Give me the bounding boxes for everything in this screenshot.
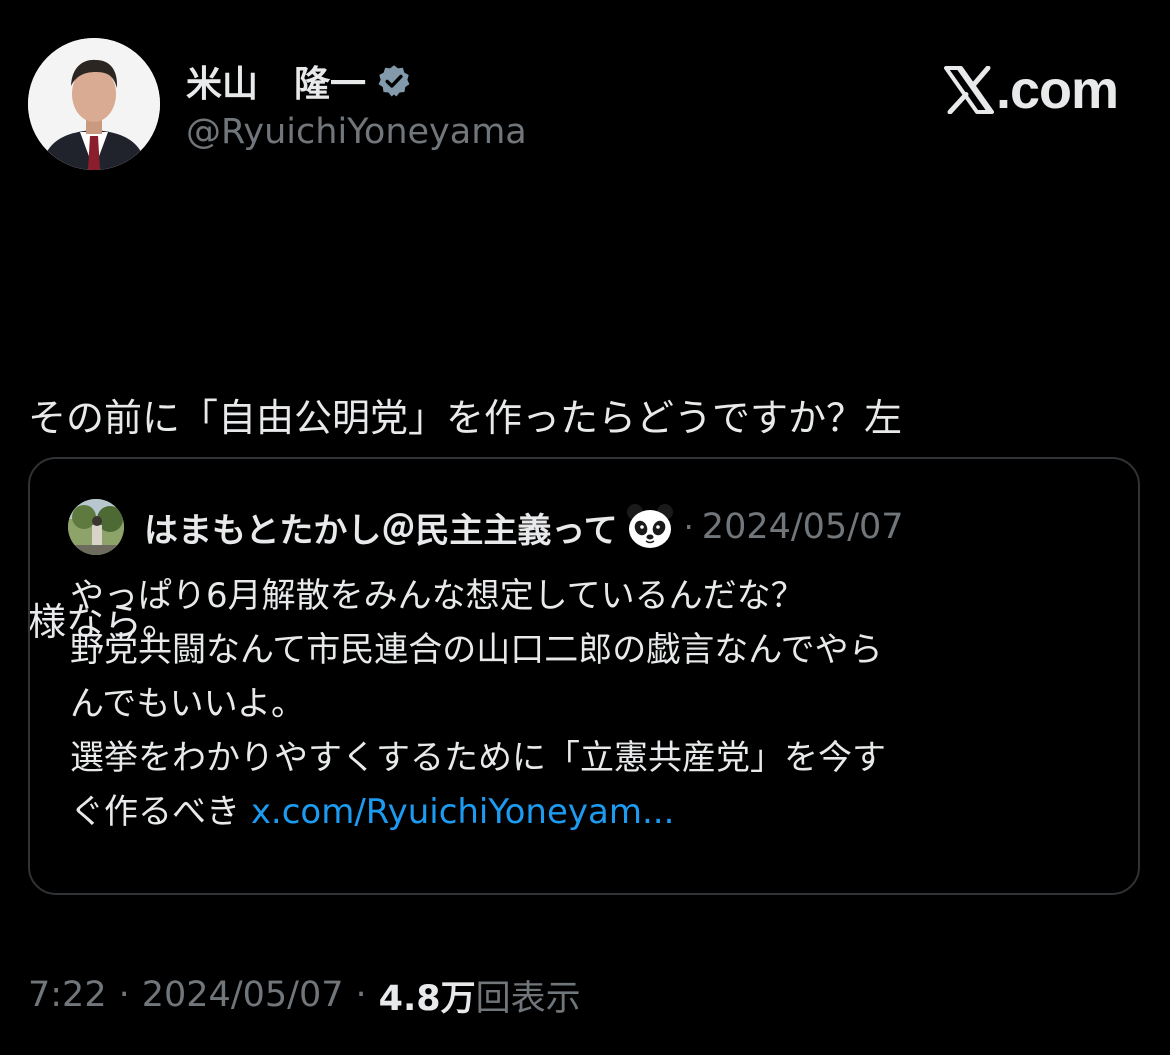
panda-face-icon xyxy=(626,504,673,548)
verified-badge-icon xyxy=(378,65,410,97)
quoted-author-avatar xyxy=(68,499,124,555)
quoted-text-last-line: ぐ作るべき x.com/RyuichiYoneyam... xyxy=(70,785,1110,839)
quoted-text-line: ぐ作るべき xyxy=(70,792,251,832)
quoted-tweet-card[interactable]: はまもとたかし＠民主主義って · 2024/05/07 やっぱり6月解散をみんな… xyxy=(28,457,1140,895)
meta-separator: · xyxy=(355,975,367,1015)
quoted-text-line: やっぱり6月解散をみんな想定しているんだな？ xyxy=(70,576,805,616)
views-label: 回表示 xyxy=(475,978,581,1019)
tweet-date[interactable]: 2024/05/07 xyxy=(142,975,344,1015)
quoted-link[interactable]: x.com/RyuichiYoneyam... xyxy=(251,792,675,832)
quoted-date[interactable]: 2024/05/07 xyxy=(702,507,904,547)
quoted-separator: · xyxy=(683,508,694,546)
tweet-text-line: その前に「自由公明党」を作ったらどうですか？左 xyxy=(28,396,903,440)
author-name-row: 米山 隆一 xyxy=(186,56,412,106)
views-count[interactable]: 4.8万 xyxy=(379,970,476,1021)
author-display-name[interactable]: 米山 隆一 xyxy=(186,55,366,107)
brand-logo: .com xyxy=(943,60,1119,120)
quoted-text-line: んでもいいよ。 xyxy=(70,684,305,724)
quoted-author-name[interactable]: はまもとたかし＠民主主義って xyxy=(144,503,618,552)
quoted-tweet-text: やっぱり6月解散をみんな想定しているんだな？ 野党共闘なんて市民連合の山口二郎の… xyxy=(70,569,1110,839)
author-handle[interactable]: @RyuichiYoneyama xyxy=(186,112,527,152)
author-avatar[interactable] xyxy=(28,38,160,170)
tweet-time[interactable]: 7:22 xyxy=(28,975,107,1015)
quoted-text-line: 野党共闘なんて市民連合の山口二郎の戯言なんでやら xyxy=(70,630,883,670)
tweet-header: 米山 隆一 @RyuichiYoneyama .com xyxy=(28,38,1138,178)
meta-separator: · xyxy=(118,975,130,1015)
x-logo-icon xyxy=(943,66,994,114)
quoted-text-line: 選挙をわかりやすくするために「立憲共産党」を今す xyxy=(70,738,886,778)
tweet-meta: 7:22 · 2024/05/07 · 4.8万 回表示 xyxy=(28,970,581,1020)
brand-domain-text: .com xyxy=(995,60,1119,120)
quoted-tweet-header: はまもとたかし＠民主主義って · 2024/05/07 xyxy=(68,499,904,555)
